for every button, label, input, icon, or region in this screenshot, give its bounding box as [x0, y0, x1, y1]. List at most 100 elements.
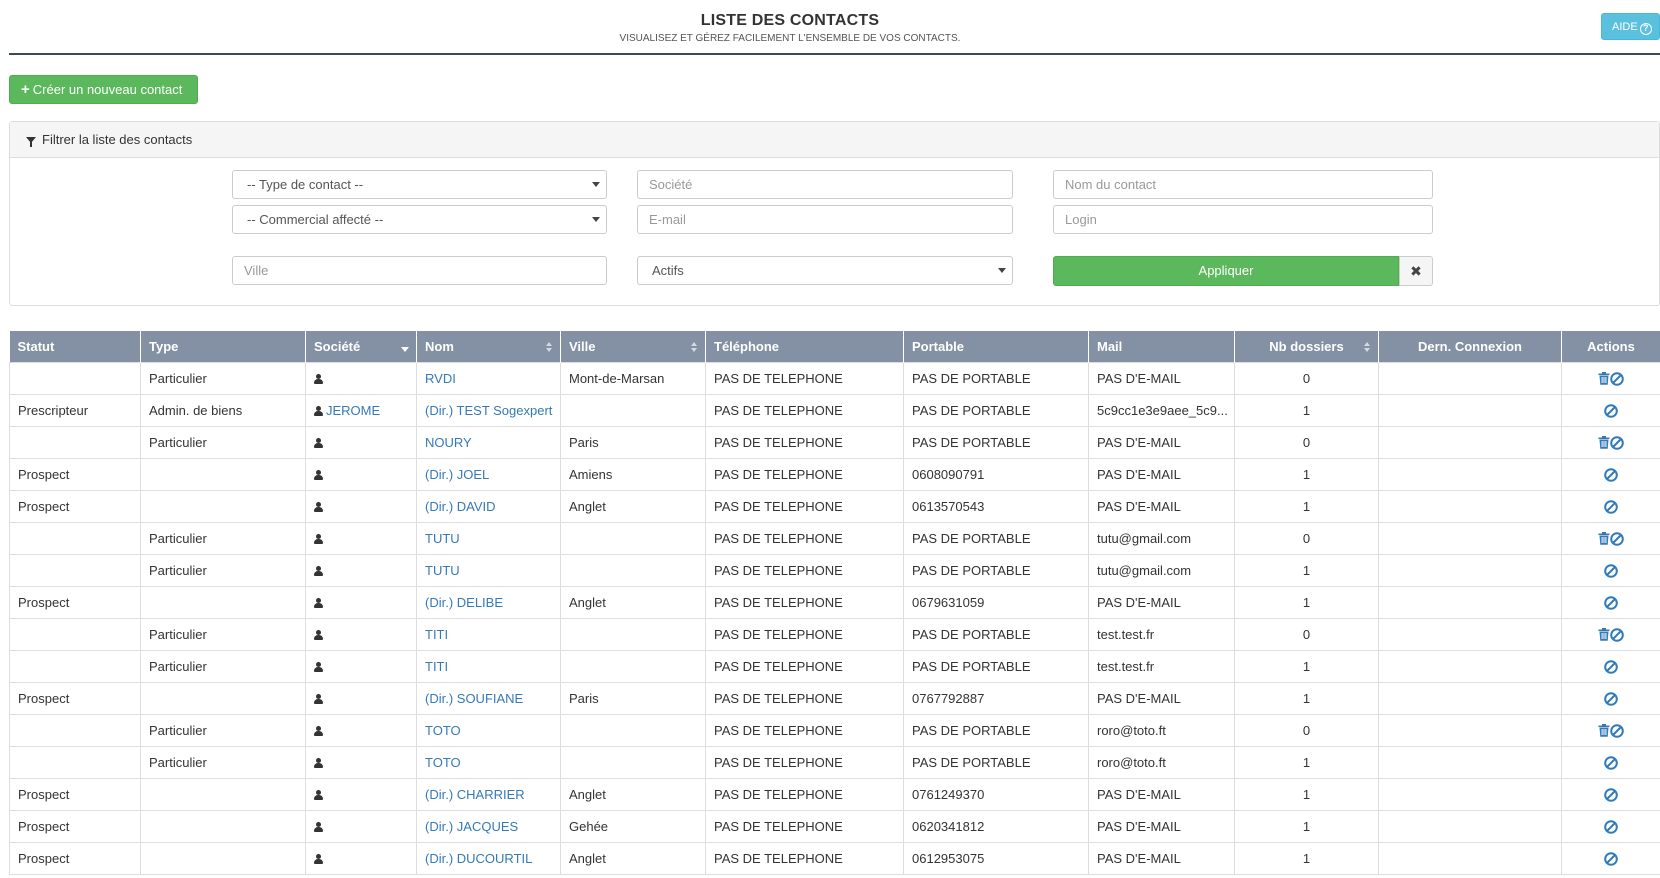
cell-mail: roro@toto.ft [1088, 713, 1235, 747]
contact-name-input[interactable]: Nom du contact [1053, 170, 1433, 199]
cell-societe [305, 425, 417, 459]
col-nb-dossiers[interactable]: Nb dossiers [1234, 331, 1379, 362]
disable-icon[interactable] [1604, 659, 1618, 674]
help-button[interactable]: AIDE? [1601, 13, 1660, 40]
cell-mail: tutu@gmail.com [1088, 553, 1235, 587]
col-nom[interactable]: Nom [416, 331, 561, 362]
cell-statut [9, 425, 141, 459]
disable-icon[interactable] [1610, 371, 1624, 386]
cell-nom[interactable]: (Dir.) SOUFIANE [416, 681, 561, 715]
cell-actions [1561, 489, 1660, 523]
cell-nom[interactable]: (Dir.) JACQUES [416, 809, 561, 843]
contact-name-link[interactable]: (Dir.) TEST Sogexpert [425, 403, 552, 418]
cell-derniere-connexion [1378, 777, 1562, 811]
cell-nom[interactable]: TOTO [416, 713, 561, 747]
disable-icon[interactable] [1610, 531, 1624, 546]
disable-icon[interactable] [1604, 499, 1618, 514]
contact-name-link[interactable]: (Dir.) SOUFIANE [425, 691, 523, 706]
disable-icon[interactable] [1604, 755, 1618, 770]
contact-name-link[interactable]: TITI [425, 659, 448, 674]
chevron-down-icon [592, 182, 600, 187]
disable-icon[interactable] [1610, 435, 1624, 450]
filter-panel-header[interactable]: Filtrer la liste des contacts [10, 122, 1659, 158]
commercial-select[interactable]: -- Commercial affecté -- [232, 205, 607, 234]
cell-nom[interactable]: (Dir.) DUCOURTIL [416, 841, 561, 875]
cell-nom[interactable]: TOTO [416, 745, 561, 779]
contact-name-link[interactable]: (Dir.) JOEL [425, 467, 489, 482]
email-input[interactable]: E-mail [637, 205, 1013, 234]
contact-name-link[interactable]: TOTO [425, 723, 461, 738]
disable-icon[interactable] [1610, 723, 1624, 738]
contact-name-link[interactable]: TUTU [425, 563, 460, 578]
cell-societe [305, 745, 417, 779]
contact-name-link[interactable]: RVDI [425, 371, 456, 386]
cell-societe[interactable]: JEROME [305, 393, 417, 427]
trash-icon[interactable] [1598, 372, 1610, 386]
filter-icon [26, 137, 36, 147]
cell-statut: Prospect [9, 809, 141, 843]
trash-icon[interactable] [1598, 724, 1610, 738]
cell-nom[interactable]: (Dir.) TEST Sogexpert [416, 393, 561, 427]
cell-nom[interactable]: NOURY [416, 425, 561, 459]
contact-name-link[interactable]: (Dir.) JACQUES [425, 819, 518, 834]
col-type: Type [140, 331, 306, 362]
cell-nom[interactable]: TITI [416, 649, 561, 683]
create-contact-button[interactable]: + Créer un nouveau contact [9, 75, 198, 104]
col-actions: Actions [1561, 331, 1660, 362]
cell-ville [560, 553, 706, 587]
trash-icon[interactable] [1598, 436, 1610, 450]
company-link[interactable]: JEROME [326, 403, 380, 418]
disable-icon[interactable] [1604, 851, 1618, 866]
col-societe[interactable]: Société [305, 331, 417, 362]
contact-name-link[interactable]: NOURY [425, 435, 472, 450]
disable-icon[interactable] [1604, 819, 1618, 834]
status-select[interactable]: Actifs [637, 256, 1013, 285]
company-input[interactable]: Société [637, 170, 1013, 199]
contact-name-link[interactable]: TITI [425, 627, 448, 642]
cell-derniere-connexion [1378, 425, 1562, 459]
cell-societe [305, 489, 417, 523]
disable-icon[interactable] [1604, 467, 1618, 482]
cell-nom[interactable]: (Dir.) DAVID [416, 489, 561, 523]
disable-icon[interactable] [1604, 691, 1618, 706]
cell-type [140, 841, 306, 875]
disable-icon[interactable] [1604, 787, 1618, 802]
disable-icon[interactable] [1610, 627, 1624, 642]
cell-telephone: PAS DE TELEPHONE [705, 777, 904, 811]
login-input[interactable]: Login [1053, 205, 1433, 234]
cell-nom[interactable]: RVDI [416, 361, 561, 395]
cell-portable: PAS DE PORTABLE [903, 745, 1089, 779]
cell-type: Admin. de biens [140, 393, 306, 427]
trash-icon[interactable] [1598, 628, 1610, 642]
cell-statut [9, 553, 141, 587]
contact-name-link[interactable]: TOTO [425, 755, 461, 770]
cell-nom[interactable]: (Dir.) DELIBE [416, 585, 561, 619]
col-portable: Portable [903, 331, 1089, 362]
table-row: Particulier TUTU PAS DE TELEPHONE PAS DE PO… [9, 521, 1660, 555]
cell-nom[interactable]: TUTU [416, 553, 561, 587]
cell-nb-dossiers: 1 [1234, 457, 1379, 491]
contact-name-link[interactable]: (Dir.) DUCOURTIL [425, 851, 532, 866]
contact-name-link[interactable]: (Dir.) DAVID [425, 499, 496, 514]
cell-nom[interactable]: TITI [416, 617, 561, 651]
clear-filter-button[interactable]: ✖ [1399, 256, 1433, 286]
contact-name-link[interactable]: TUTU [425, 531, 460, 546]
disable-icon[interactable] [1604, 403, 1618, 418]
contact-name-link[interactable]: (Dir.) CHARRIER [425, 787, 525, 802]
col-ville[interactable]: Ville [560, 331, 706, 362]
table-row: Particulier NOURY Paris PAS DE TELEPHONE PAS… [9, 425, 1660, 459]
apply-filter-button[interactable]: Appliquer [1053, 256, 1399, 286]
cell-nom[interactable]: TUTU [416, 521, 561, 555]
city-input[interactable]: Ville [232, 256, 607, 285]
trash-icon[interactable] [1598, 532, 1610, 546]
disable-icon[interactable] [1604, 595, 1618, 610]
cell-type: Particulier [140, 553, 306, 587]
cell-telephone: PAS DE TELEPHONE [705, 361, 904, 395]
table-row: Prospect (Dir.) DELIBE Anglet PAS DE TELEPH… [9, 585, 1660, 619]
contact-name-link[interactable]: (Dir.) DELIBE [425, 595, 503, 610]
cell-nom[interactable]: (Dir.) JOEL [416, 457, 561, 491]
cell-statut [9, 521, 141, 555]
contact-type-select[interactable]: -- Type de contact -- [232, 170, 607, 199]
cell-nom[interactable]: (Dir.) CHARRIER [416, 777, 561, 811]
disable-icon[interactable] [1604, 563, 1618, 578]
